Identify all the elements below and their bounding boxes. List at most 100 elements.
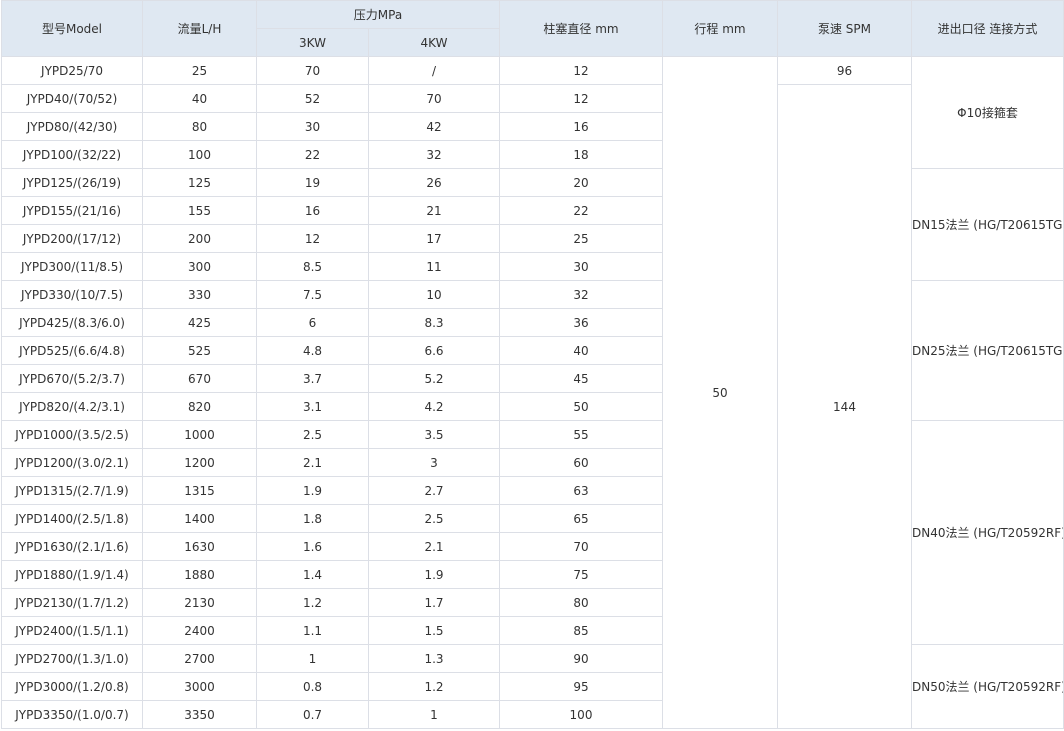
cell-flow: 330: [142, 280, 257, 309]
header-flow: 流量L/H: [142, 0, 257, 57]
cell-pressure-3kw: 16: [256, 196, 369, 225]
cell-plunger: 36: [499, 308, 663, 337]
cell-pressure-3kw: 30: [256, 112, 369, 141]
cell-pressure-4kw: 1.2: [368, 672, 500, 701]
header-speed: 泵速 SPM: [777, 0, 912, 57]
cell-pressure-3kw: 3.7: [256, 364, 369, 393]
cell-pressure-3kw: 19: [256, 168, 369, 197]
cell-pressure-4kw: 1: [368, 700, 500, 729]
cell-model: JYPD820/(4.2/3.1): [1, 392, 143, 421]
cell-model: JYPD200/(17/12): [1, 224, 143, 253]
cell-port: DN25法兰 (HG/T20615TG): [911, 280, 1064, 421]
header-4kw: 4KW: [368, 28, 500, 57]
cell-speed: 96: [777, 56, 912, 85]
cell-flow: 25: [142, 56, 257, 85]
cell-flow: 1880: [142, 560, 257, 589]
cell-speed: 144: [777, 84, 912, 729]
header-plunger: 柱塞直径 mm: [499, 0, 663, 57]
cell-pressure-4kw: 1.9: [368, 560, 500, 589]
header-stroke: 行程 mm: [662, 0, 778, 57]
spec-table: 型号Model 流量L/H 压力MPa 柱塞直径 mm 行程 mm 泵速 SPM…: [1, 0, 1064, 729]
cell-flow: 100: [142, 140, 257, 169]
cell-model: JYPD1200/(3.0/2.1): [1, 448, 143, 477]
cell-model: JYPD1000/(3.5/2.5): [1, 420, 143, 449]
cell-pressure-3kw: 7.5: [256, 280, 369, 309]
cell-flow: 1630: [142, 532, 257, 561]
cell-flow: 300: [142, 252, 257, 281]
cell-model: JYPD25/70: [1, 56, 143, 85]
cell-pressure-3kw: 70: [256, 56, 369, 85]
cell-pressure-3kw: 1: [256, 644, 369, 673]
cell-flow: 1200: [142, 448, 257, 477]
cell-plunger: 25: [499, 224, 663, 253]
cell-plunger: 50: [499, 392, 663, 421]
cell-flow: 125: [142, 168, 257, 197]
cell-plunger: 12: [499, 56, 663, 85]
cell-pressure-3kw: 3.1: [256, 392, 369, 421]
cell-model: JYPD425/(8.3/6.0): [1, 308, 143, 337]
cell-plunger: 32: [499, 280, 663, 309]
cell-plunger: 80: [499, 588, 663, 617]
cell-pressure-4kw: /: [368, 56, 500, 85]
cell-pressure-4kw: 4.2: [368, 392, 500, 421]
cell-pressure-3kw: 52: [256, 84, 369, 113]
cell-pressure-3kw: 1.8: [256, 504, 369, 533]
cell-flow: 2130: [142, 588, 257, 617]
table-row: JYPD25/70 25 70/12 50 96 Φ10接箍套: [1, 56, 1064, 729]
cell-pressure-3kw: 6: [256, 308, 369, 337]
cell-plunger: 63: [499, 476, 663, 505]
cell-pressure-4kw: 42: [368, 112, 500, 141]
cell-plunger: 70: [499, 532, 663, 561]
cell-model: JYPD155/(21/16): [1, 196, 143, 225]
cell-pressure-3kw: 1.9: [256, 476, 369, 505]
header-port: 进出口径 连接方式: [911, 0, 1064, 57]
cell-flow: 670: [142, 364, 257, 393]
cell-plunger: 75: [499, 560, 663, 589]
cell-pressure-4kw: 1.5: [368, 616, 500, 645]
cell-pressure-4kw: 6.6: [368, 336, 500, 365]
cell-pressure-4kw: 2.1: [368, 532, 500, 561]
cell-plunger: 85: [499, 616, 663, 645]
cell-plunger: 16: [499, 112, 663, 141]
header-pressure: 压力MPa: [256, 0, 500, 29]
header-model: 型号Model: [1, 0, 143, 57]
cell-pressure-4kw: 1.7: [368, 588, 500, 617]
cell-model: JYPD125/(26/19): [1, 168, 143, 197]
cell-plunger: 40: [499, 336, 663, 365]
cell-model: JYPD330/(10/7.5): [1, 280, 143, 309]
cell-pressure-3kw: 12: [256, 224, 369, 253]
cell-flow: 425: [142, 308, 257, 337]
cell-flow: 1315: [142, 476, 257, 505]
cell-pressure-4kw: 21: [368, 196, 500, 225]
cell-model: JYPD2400/(1.5/1.1): [1, 616, 143, 645]
cell-flow: 1000: [142, 420, 257, 449]
cell-flow: 1400: [142, 504, 257, 533]
cell-model: JYPD1400/(2.5/1.8): [1, 504, 143, 533]
cell-model: JYPD525/(6.6/4.8): [1, 336, 143, 365]
cell-flow: 200: [142, 224, 257, 253]
cell-pressure-3kw: 0.7: [256, 700, 369, 729]
cell-port: DN15法兰 (HG/T20615TG): [911, 168, 1064, 281]
cell-plunger: 100: [499, 700, 663, 729]
cell-plunger: 18: [499, 140, 663, 169]
cell-flow: 155: [142, 196, 257, 225]
cell-plunger: 45: [499, 364, 663, 393]
cell-pressure-4kw: 1.3: [368, 644, 500, 673]
cell-model: JYPD80/(42/30): [1, 112, 143, 141]
cell-plunger: 20: [499, 168, 663, 197]
cell-port: DN50法兰 (HG/T20592RF): [911, 644, 1064, 729]
cell-flow: 40: [142, 84, 257, 113]
cell-model: JYPD1315/(2.7/1.9): [1, 476, 143, 505]
cell-pressure-3kw: 22: [256, 140, 369, 169]
cell-pressure-4kw: 26: [368, 168, 500, 197]
cell-flow: 3000: [142, 672, 257, 701]
cell-pressure-4kw: 10: [368, 280, 500, 309]
cell-plunger: 65: [499, 504, 663, 533]
cell-pressure-4kw: 11: [368, 252, 500, 281]
cell-pressure-3kw: 2.1: [256, 448, 369, 477]
cell-model: JYPD300/(11/8.5): [1, 252, 143, 281]
cell-port: DN40法兰 (HG/T20592RF): [911, 420, 1064, 645]
table-header: 型号Model 流量L/H 压力MPa 柱塞直径 mm 行程 mm 泵速 SPM…: [1, 0, 1064, 57]
cell-model: JYPD3350/(1.0/0.7): [1, 700, 143, 729]
cell-flow: 3350: [142, 700, 257, 729]
